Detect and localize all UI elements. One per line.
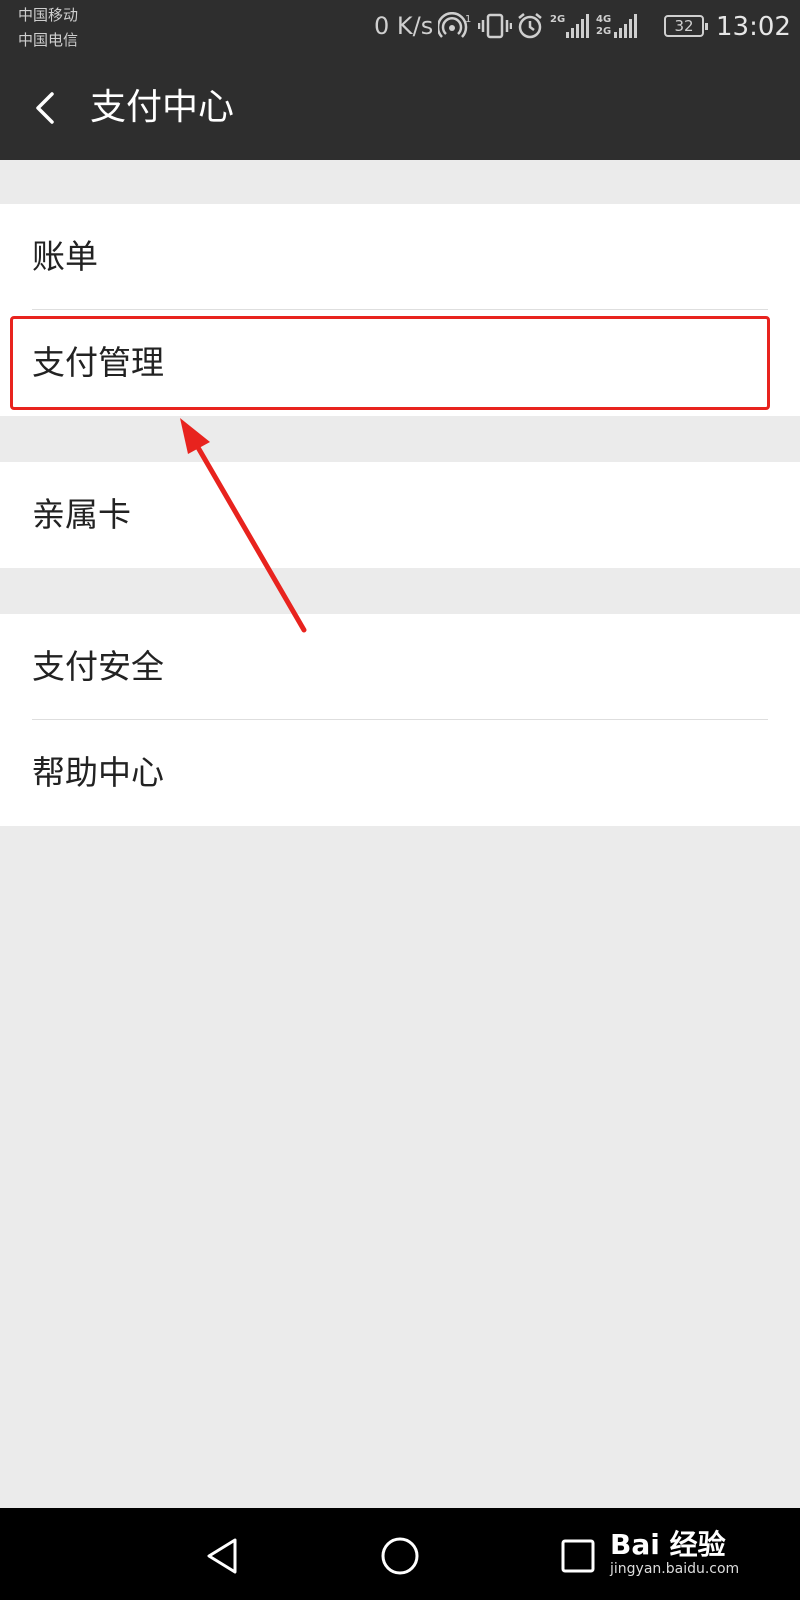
home-circle-icon[interactable] <box>372 1528 428 1584</box>
recents-square-icon[interactable] <box>550 1528 606 1584</box>
menu-item-help-center[interactable]: 帮助中心 <box>0 720 800 826</box>
annotation-arrow-icon <box>180 418 307 633</box>
menu-item-label: 帮助中心 <box>32 753 164 792</box>
back-triangle-icon[interactable] <box>195 1528 251 1584</box>
watermark-url: jingyan.baidu.com <box>610 1561 740 1577</box>
watermark: Bai 经验 jingyan.baidu.com <box>610 1530 739 1578</box>
navigation-bar: Bai 经验 jingyan.baidu.com <box>0 1508 800 1600</box>
watermark-brand: Bai 经验 <box>610 1528 726 1561</box>
